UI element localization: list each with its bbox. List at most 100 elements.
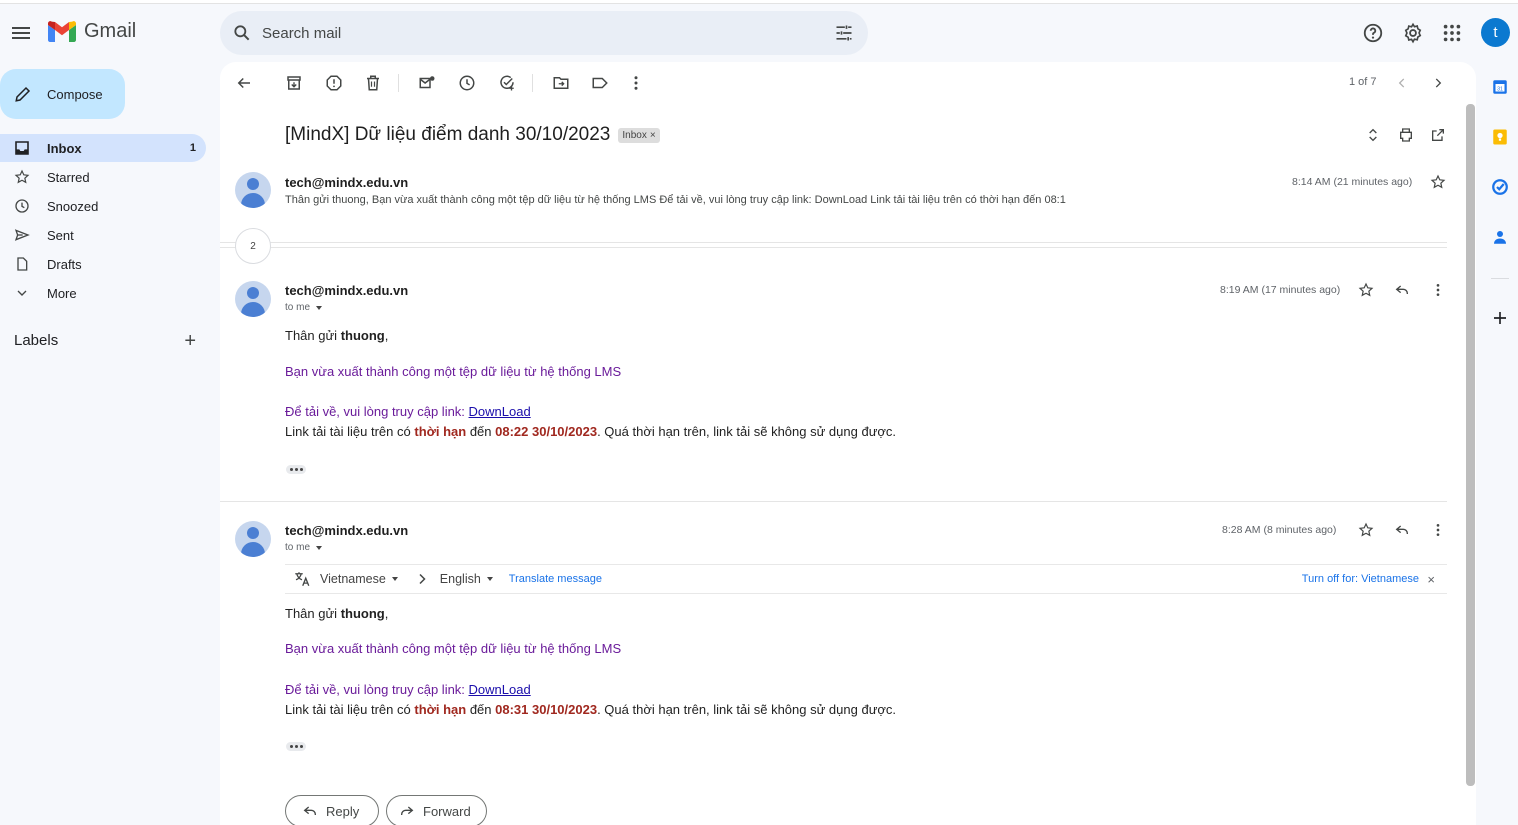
source-language-label: Vietnamese <box>320 572 386 586</box>
open-new-window-icon[interactable] <box>1430 127 1446 143</box>
more-vert-icon[interactable] <box>1430 522 1446 538</box>
star-icon[interactable] <box>1358 282 1374 298</box>
inbox-label-badge: Inbox × <box>618 127 660 143</box>
forward-icon <box>401 806 414 815</box>
badge-label: Inbox <box>622 129 647 141</box>
sidebar-item-snoozed[interactable]: Snoozed <box>0 192 206 220</box>
settings-gear-icon[interactable] <box>1402 22 1424 44</box>
sender-email[interactable]: tech@mindx.edu.vn <box>285 283 408 298</box>
recipient-dropdown[interactable]: to me <box>285 542 322 553</box>
reply-button[interactable]: Reply <box>285 795 379 825</box>
caret-down-icon <box>486 577 493 581</box>
chevron-left-icon[interactable] <box>1395 74 1409 92</box>
sidebar-item-label: Starred <box>47 169 90 185</box>
more-vert-icon[interactable] <box>627 74 645 92</box>
target-language-select[interactable]: English <box>440 572 493 586</box>
snooze-clock-icon[interactable] <box>458 74 476 92</box>
source-language-select[interactable]: Vietnamese <box>320 572 398 586</box>
tasks-icon[interactable] <box>1491 178 1509 196</box>
sender-avatar <box>235 172 271 208</box>
archive-icon[interactable] <box>285 74 303 92</box>
expiry-line: Link tải tài liệu trên có thời hạn đến 0… <box>285 702 897 717</box>
show-trimmed-content-button[interactable] <box>286 465 306 474</box>
sidebar-item-more[interactable]: More <box>0 279 206 307</box>
forward-button[interactable]: Forward <box>386 795 487 825</box>
collapsed-messages-count[interactable]: 2 <box>235 228 271 264</box>
sidebar-item-drafts[interactable]: Drafts <box>0 250 206 278</box>
translate-bar: Vietnamese English Translate message Tur… <box>285 564 1447 594</box>
recipient-label: to me <box>285 302 311 313</box>
recipient-label: to me <box>285 542 311 553</box>
sender-email[interactable]: tech@mindx.edu.vn <box>285 523 408 538</box>
expand-all-icon[interactable] <box>1365 127 1381 143</box>
star-icon <box>14 169 30 184</box>
sidebar-item-inbox[interactable]: Inbox 1 <box>0 134 206 162</box>
keep-notes-icon[interactable] <box>1491 128 1509 146</box>
search-input[interactable] <box>262 24 822 42</box>
subject-text: [MindX] Dữ liệu điểm danh 30/10/2023 <box>285 124 611 145</box>
mark-unread-icon[interactable] <box>418 74 436 92</box>
show-trimmed-content-button[interactable] <box>286 742 306 751</box>
target-language-label: English <box>439 572 481 586</box>
recipient-dropdown[interactable]: to me <box>285 302 322 313</box>
labels-section: Labels + <box>14 331 204 351</box>
print-icon[interactable] <box>1398 127 1414 143</box>
body-line: Bạn vừa xuất thành công một tệp dữ liệu … <box>285 364 622 379</box>
side-panel-divider <box>1491 278 1509 279</box>
greeting-line: Thân gửi thuong, <box>285 328 389 343</box>
sidebar-item-starred[interactable]: Starred <box>0 163 206 191</box>
label-tag-icon[interactable] <box>591 74 609 92</box>
remove-label-icon[interactable]: × <box>650 130 656 141</box>
compose-button[interactable]: Compose <box>0 69 125 119</box>
download-link[interactable]: DownLoad <box>469 682 531 697</box>
star-icon[interactable] <box>1430 174 1446 190</box>
back-arrow-icon[interactable] <box>235 74 253 92</box>
turn-off-translate-link[interactable]: Turn off for: Vietnamese <box>1302 573 1419 585</box>
apps-grid-icon[interactable] <box>1441 22 1463 44</box>
draft-icon <box>17 257 28 271</box>
greeting-line: Thân gửi thuong, <box>285 606 389 621</box>
gmail-m-icon <box>48 21 76 42</box>
help-icon[interactable] <box>1362 22 1384 44</box>
download-link[interactable]: DownLoad <box>469 404 531 419</box>
scrollbar-thumb[interactable] <box>1466 104 1475 786</box>
search-options-icon[interactable] <box>834 23 854 43</box>
search-bar[interactable] <box>220 11 868 55</box>
main-menu-icon[interactable] <box>12 24 32 42</box>
delete-trash-icon[interactable] <box>364 74 382 92</box>
translate-icon <box>295 572 310 587</box>
reply-icon[interactable] <box>1394 282 1410 298</box>
sidebar-item-sent[interactable]: Sent <box>0 221 206 249</box>
reply-label: Reply <box>326 803 360 819</box>
reply-icon[interactable] <box>1394 522 1410 538</box>
sidebar-nav: Inbox 1 Starred Snoozed Sent Drafts More <box>0 134 206 308</box>
translate-message-link[interactable]: Translate message <box>509 573 602 585</box>
message-time: 8:14 AM (21 minutes ago) <box>1292 176 1413 188</box>
account-avatar[interactable]: t <box>1481 18 1510 47</box>
calendar-icon[interactable]: 31 <box>1491 78 1509 96</box>
sender-email[interactable]: tech@mindx.edu.vn <box>285 175 408 190</box>
more-vert-icon[interactable] <box>1430 282 1446 298</box>
contacts-icon[interactable] <box>1491 228 1509 246</box>
get-addons-plus-icon[interactable] <box>1491 309 1509 327</box>
add-label-plus-icon[interactable]: + <box>184 331 196 351</box>
close-icon[interactable]: × <box>1427 572 1435 587</box>
star-icon[interactable] <box>1358 522 1374 538</box>
message-time: 8:19 AM (17 minutes ago) <box>1220 284 1341 296</box>
sidebar-item-label: Snoozed <box>47 198 99 214</box>
pagination-count: 1 of 7 <box>1349 76 1377 88</box>
gmail-logo[interactable]: Gmail <box>48 20 136 43</box>
move-to-folder-icon[interactable] <box>552 74 570 92</box>
chevron-right-icon[interactable] <box>1431 74 1445 92</box>
caret-down-icon <box>315 546 322 550</box>
labels-title: Labels <box>14 332 59 349</box>
compose-label: Compose <box>47 86 103 102</box>
message-divider <box>220 501 1447 502</box>
unread-count: 1 <box>189 142 196 154</box>
add-to-tasks-icon[interactable] <box>498 74 516 92</box>
message-snippet[interactable]: Thân gửi thuong, Bạn vừa xuất thành công… <box>285 194 1066 206</box>
toolbar-divider <box>398 74 399 92</box>
search-icon[interactable] <box>232 23 252 43</box>
pencil-icon <box>15 86 31 102</box>
report-spam-icon[interactable] <box>325 74 343 92</box>
